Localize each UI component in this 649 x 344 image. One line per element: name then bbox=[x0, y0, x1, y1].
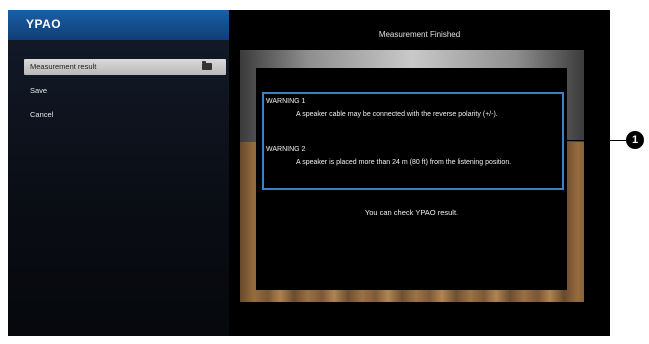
sidebar-item-label: Save bbox=[30, 86, 48, 95]
page-title: Measurement Finished bbox=[378, 30, 461, 39]
folder-icon bbox=[202, 61, 212, 70]
sidebar-item-label: Cancel bbox=[30, 110, 54, 119]
warning-2-title: WARNING 2 bbox=[266, 146, 306, 153]
brand-bar: YPAO bbox=[8, 10, 229, 40]
sidebar-item-measurement-result[interactable]: Measurement result bbox=[24, 59, 226, 75]
warning-1-text: A speaker cable may be connected with th… bbox=[296, 111, 498, 118]
warnings-highlight-box bbox=[262, 92, 564, 190]
warning-1-title: WARNING 1 bbox=[266, 98, 306, 105]
ypao-result-text: You can check YPAO result. bbox=[364, 208, 459, 217]
callout-1: 1 bbox=[626, 131, 644, 149]
warning-2-text: A speaker is placed more than 24 m (80 f… bbox=[296, 159, 512, 166]
sidebar-item-save[interactable]: Save bbox=[24, 83, 226, 99]
callout-line bbox=[564, 140, 626, 141]
sidebar-item-cancel[interactable]: Cancel bbox=[24, 107, 226, 123]
ypao-logo: YPAO bbox=[26, 17, 62, 31]
sidebar-item-label: Measurement result bbox=[30, 62, 97, 71]
